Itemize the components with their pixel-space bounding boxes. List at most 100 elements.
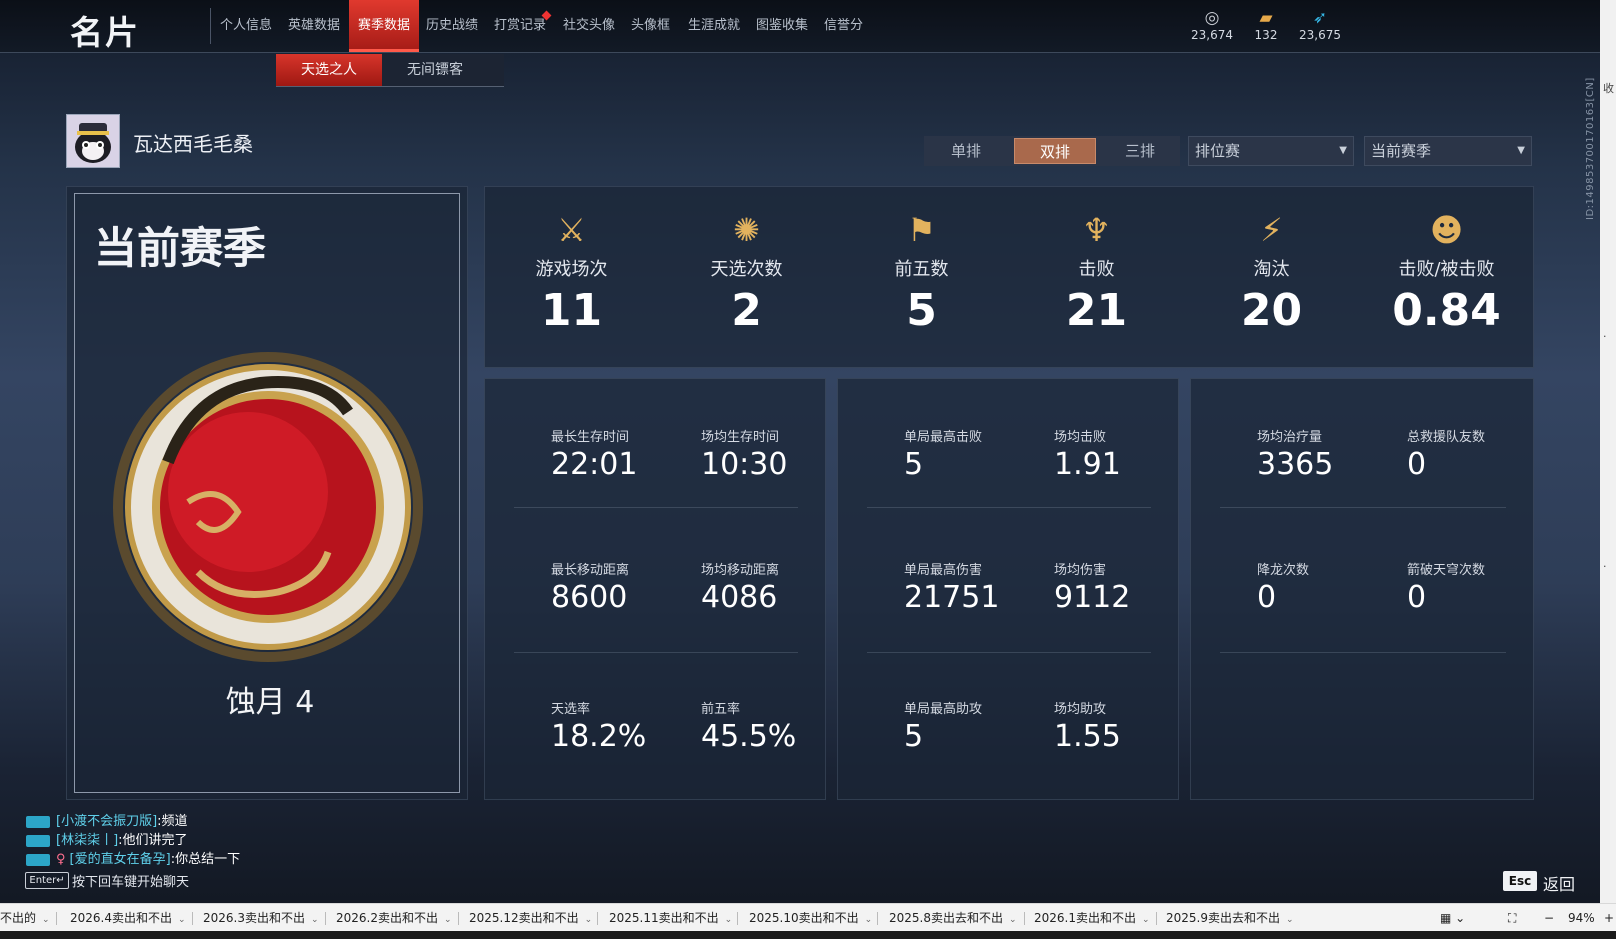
- fullscreen-icon[interactable]: ⛶: [1508, 904, 1516, 932]
- bookmark-folder[interactable]: 2025.11卖出和不出 ⌄: [609, 904, 732, 932]
- rank-emblem-icon: [108, 342, 428, 676]
- stat-value: 4086: [701, 580, 778, 615]
- bookmark-label: 2025.9卖出去和不出: [1166, 911, 1280, 925]
- season-label: 当前赛季: [94, 224, 266, 274]
- subtab-chosen-one[interactable]: 天选之人: [276, 54, 382, 86]
- row-divider: [867, 652, 1151, 653]
- stat-value: 10:30: [701, 447, 788, 482]
- tab-avatar-frame[interactable]: 头像框: [631, 0, 677, 52]
- mode-trio-button[interactable]: 三排: [1102, 138, 1178, 164]
- tab-personal-info[interactable]: 个人信息: [220, 0, 278, 52]
- tab-label: 信誉分: [824, 18, 864, 33]
- stat-chosen-count: ✺ 天选次数 2: [659, 210, 834, 336]
- bookmark-folder[interactable]: 2025.9卖出去和不出 ⌄: [1166, 904, 1294, 932]
- tab-label: 历史战绩: [426, 18, 479, 33]
- zoom-out-button[interactable]: −: [1544, 904, 1554, 932]
- tab-match-history[interactable]: 历史战绩: [426, 0, 484, 52]
- stat-label: 箭破天穹次数: [1407, 563, 1486, 578]
- bookmark-folder[interactable]: 2026.2卖出和不出 ⌄: [336, 904, 452, 932]
- bookmark-folder[interactable]: 不出的 ⌄: [0, 904, 50, 932]
- lotus-emblem-icon: ✺: [733, 211, 760, 249]
- currency-feathers: ➶ 23,675: [1290, 8, 1350, 42]
- zoom-level: 94%: [1568, 911, 1595, 925]
- mask-icon: ☻: [1429, 211, 1464, 249]
- channel-badge-icon: [26, 815, 50, 828]
- bookmark-folder[interactable]: 2025.8卖出去和不出 ⌄: [889, 904, 1017, 932]
- grid-view-icon[interactable]: ▦ ⌄: [1440, 904, 1465, 932]
- stat-label: 最长生存时间: [551, 430, 630, 445]
- stat-label: 总救援队友数: [1407, 430, 1486, 445]
- bookmark-folder[interactable]: 2026.1卖出和不出 ⌄: [1034, 904, 1150, 932]
- bookmark-label: 2026.1卖出和不出: [1034, 911, 1136, 925]
- tab-label: 打赏记录: [494, 18, 547, 33]
- chevron-down-icon: ⌄: [42, 915, 50, 925]
- stat-defeats: ♆ 击败 21: [1009, 210, 1184, 336]
- chat-sender[interactable]: [林柒柒丨]: [56, 833, 118, 848]
- tab-tip-records[interactable]: 打赏记录: [494, 0, 552, 52]
- stat-chosen-rate: 天选率 18.2%: [551, 698, 646, 754]
- bookmark-folder[interactable]: 2026.3卖出和不出 ⌄: [203, 904, 319, 932]
- tab-label: 生涯成就: [688, 18, 741, 33]
- stat-sky-arrow: 箭破天穹次数 0: [1407, 559, 1485, 615]
- stat-value: 5: [906, 285, 937, 336]
- stat-value: 45.5%: [701, 719, 797, 754]
- mode-solo-button[interactable]: 单排: [928, 138, 1004, 164]
- bookmark-folder[interactable]: 2025.10卖出和不出 ⌄: [749, 904, 872, 932]
- bookmark-divider: [737, 912, 738, 925]
- stat-longest-survival: 最长生存时间 22:01: [551, 426, 637, 482]
- strip-mark: ·: [1603, 560, 1607, 573]
- bookmark-divider: [597, 912, 598, 925]
- stat-value: 5: [904, 447, 924, 482]
- tab-career-achievements[interactable]: 生涯成就: [688, 0, 746, 52]
- chat-sender[interactable]: [小渡不会振刀版]: [56, 814, 157, 829]
- esc-key-icon[interactable]: Esc: [1503, 871, 1537, 891]
- side-window-strip: 收 · ·: [1600, 0, 1616, 912]
- currency-value: 23,675: [1299, 28, 1341, 42]
- player-id: ID:1498537001701​63[CN]: [1585, 77, 1596, 220]
- chat-sender[interactable]: [爱的直女在备孕]: [70, 852, 171, 867]
- stat-label: 天选次数: [710, 259, 783, 280]
- chevron-down-icon: ⌄: [444, 915, 452, 925]
- bookmark-folder[interactable]: 2026.4卖出和不出 ⌄: [70, 904, 186, 932]
- rank-name: 蚀月 4: [225, 685, 315, 720]
- tab-collection[interactable]: 图鉴收集: [756, 0, 814, 52]
- stat-max-defeats: 单局最高击败 5: [904, 426, 982, 482]
- feather-icon: ➶: [1312, 8, 1328, 28]
- stat-avg-distance: 场均移动距离 4086: [701, 559, 779, 615]
- broken-blade-icon: ⚡: [1260, 211, 1283, 249]
- tab-credit-score[interactable]: 信誉分: [824, 0, 870, 52]
- season-select[interactable]: 当前赛季 ▼: [1364, 136, 1532, 166]
- row-divider: [1220, 507, 1506, 508]
- subtab-wanderer[interactable]: 无间镖客: [382, 54, 488, 86]
- avatar[interactable]: [66, 114, 120, 168]
- chat-message: ♀ [爱的直女在备孕]:你总结一下: [26, 848, 240, 867]
- chat-message: [小渡不会振刀版]:频道: [26, 810, 188, 829]
- mode-duo-button[interactable]: 双排: [1014, 138, 1096, 164]
- stat-value: 5: [904, 719, 924, 754]
- currency-value: 132: [1254, 28, 1278, 42]
- stat-value: 3365: [1257, 447, 1334, 482]
- row-divider: [867, 507, 1151, 508]
- stat-label: 淘汰: [1253, 259, 1290, 280]
- stat-value: 0.84: [1392, 285, 1501, 336]
- stat-longest-distance: 最长移动距离 8600: [551, 559, 629, 615]
- chevron-down-icon: ⌄: [1142, 915, 1150, 925]
- stat-label: 场均生存时间: [701, 430, 780, 445]
- stat-value: 1.91: [1054, 447, 1121, 482]
- header-divider: [0, 52, 1600, 53]
- zoom-in-button[interactable]: +: [1604, 904, 1614, 932]
- stat-value: 11: [540, 285, 603, 336]
- chevron-down-icon: ⌄: [311, 915, 319, 925]
- stat-label: 场均治疗量: [1257, 430, 1323, 445]
- tab-label: 图鉴收集: [756, 18, 809, 33]
- banner-icon: ⚑: [907, 211, 936, 249]
- stat-label: 最长移动距离: [551, 563, 630, 578]
- tab-social-avatar[interactable]: 社交头像: [563, 0, 621, 52]
- bookmark-label: 2025.8卖出去和不出: [889, 911, 1003, 925]
- back-button[interactable]: 返回: [1543, 871, 1575, 895]
- stat-value: 21751: [904, 580, 1000, 615]
- tab-hero-data[interactable]: 英雄数据: [288, 0, 346, 52]
- match-type-select[interactable]: 排位赛 ▼: [1188, 136, 1354, 166]
- bookmark-folder[interactable]: 2025.12卖出和不出 ⌄: [469, 904, 592, 932]
- tab-season-data[interactable]: 赛季数据: [349, 0, 419, 52]
